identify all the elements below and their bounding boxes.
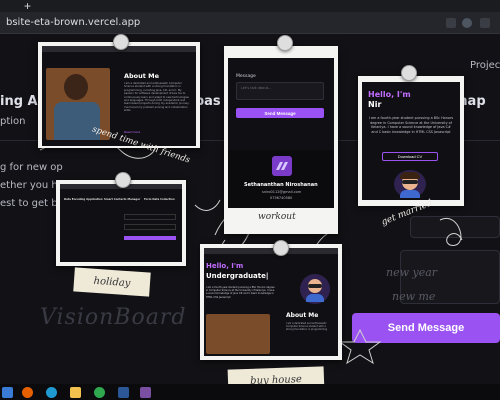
caption-workout: workout	[258, 212, 296, 222]
pin-icon	[113, 34, 129, 50]
about-heading: About Me	[124, 72, 160, 80]
pin-icon	[277, 35, 293, 51]
project-2[interactable]: Smart Contacts Manager	[104, 198, 140, 201]
holiday-screenshot: Data Encoding Application Smart Contacts…	[60, 184, 182, 262]
card-hello: Hello, I'm Nir I am a fourth-year studen…	[358, 76, 464, 206]
project-1[interactable]: Data Encoding Application	[64, 198, 103, 201]
about-screenshot: About Me I am a dedicated and enthusiast…	[42, 46, 196, 146]
taskbar	[0, 384, 500, 400]
buy-screenshot: Hello, I'm Undergraduate| I am a fourth-…	[204, 248, 338, 356]
card-holiday: Data Encoding Application Smart Contacts…	[56, 180, 186, 266]
download-label: Download CV	[397, 154, 423, 159]
pin-icon	[115, 172, 131, 188]
buy-about-heading: About Me	[286, 312, 319, 319]
read-more-link[interactable]: Read more	[124, 130, 140, 134]
hello-bio: I am a fourth-year student pursuing a BS…	[368, 116, 454, 134]
message-placeholder: Let's talk about...	[241, 86, 272, 90]
windows-start-icon[interactable]	[2, 387, 13, 398]
caption-holiday-text: holiday	[93, 275, 131, 289]
avatar	[394, 170, 426, 198]
avatar	[300, 274, 330, 304]
typed-name: Nir	[368, 100, 382, 109]
edge-icon[interactable]	[46, 387, 57, 398]
card-buy-house: Hello, I'm Undergraduate| I am a fourth-…	[200, 244, 342, 360]
download-cv-button[interactable]: Download CV	[382, 152, 438, 161]
send-label: Send Message	[264, 110, 296, 116]
word-icon[interactable]	[118, 387, 129, 398]
contact-phone: 0756740580	[270, 196, 293, 200]
contact-name: Sethananthan Niroshanan	[244, 182, 318, 188]
buy-hello: Hello, I'm	[206, 262, 244, 270]
about-text: I am a dedicated and enthusiastic Comput…	[124, 82, 190, 113]
pin-icon	[401, 65, 417, 81]
message-input[interactable]: Let's talk about...	[236, 82, 324, 100]
buy-typed: Undergraduate|	[206, 272, 269, 280]
firefox-icon[interactable]	[22, 387, 33, 398]
card-contact: Message Let's talk about... Send Message…	[224, 46, 338, 234]
hello-text: Hello, I'm	[368, 90, 411, 99]
contact-screenshot: Message Let's talk about... Send Message…	[228, 58, 334, 208]
pin-icon	[273, 240, 289, 256]
contact-email[interactable]: sniro0112@gmail.com	[262, 190, 301, 194]
message-label: Message	[236, 74, 256, 79]
project-3[interactable]: Form Data Collection	[144, 198, 175, 201]
chrome-icon[interactable]	[94, 387, 105, 398]
buy-bio: I am a fourth-year student pursuing a BS…	[206, 286, 275, 299]
logo-icon	[272, 156, 292, 176]
hello-screenshot: Hello, I'm Nir I am a fourth-year studen…	[362, 82, 460, 200]
app-icon[interactable]	[140, 387, 151, 398]
profile-photo	[206, 314, 270, 354]
send-message-button[interactable]: Send Message	[236, 108, 324, 118]
folder-icon[interactable]	[70, 387, 81, 398]
buy-about-text: I am a dedicated and enthusiastic Comput…	[286, 322, 328, 332]
